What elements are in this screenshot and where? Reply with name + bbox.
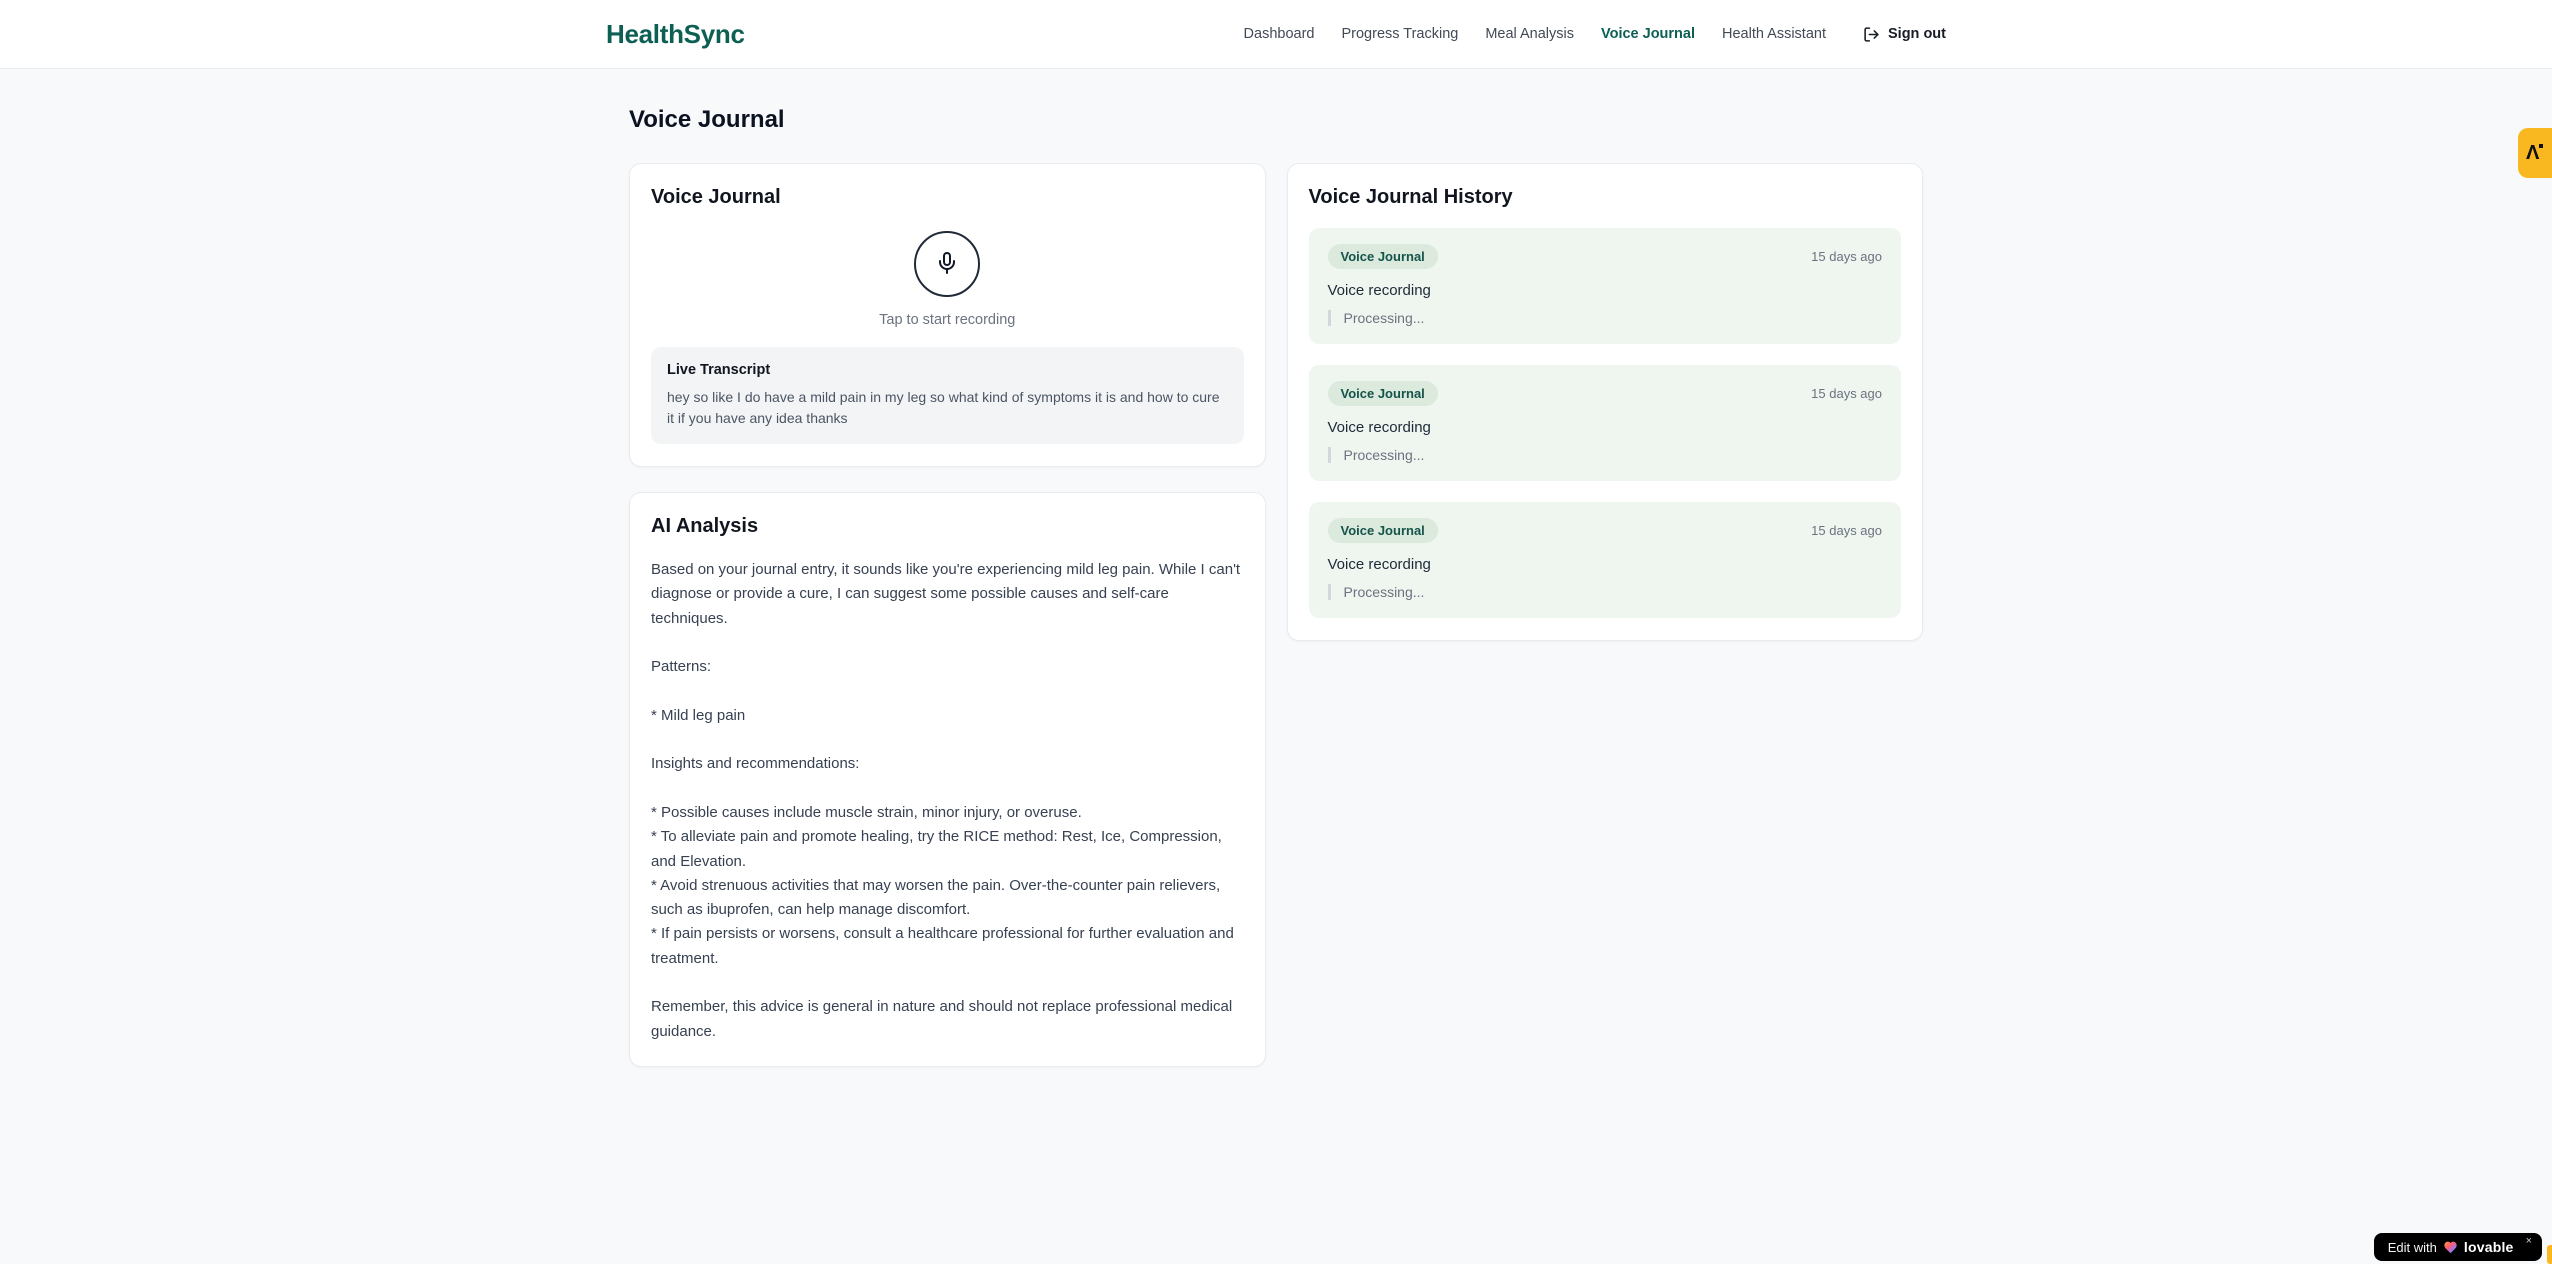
edit-with-label: Edit with: [2387, 1239, 2437, 1255]
recorder-card-title: Voice Journal: [651, 186, 781, 208]
sign-out-icon: [1863, 26, 1880, 43]
nav-item-voice-journal[interactable]: Voice Journal: [1601, 26, 1695, 42]
history-entry[interactable]: Voice Journal 15 days ago Voice recordin…: [1308, 365, 1901, 481]
badge-close-icon[interactable]: ×: [2526, 1236, 2532, 1247]
voice-journal-history-card: Voice Journal History Voice Journal 15 d…: [1286, 163, 1923, 641]
entry-type-badge: Voice Journal: [1327, 381, 1438, 406]
entry-title: Voice recording: [1327, 556, 1431, 573]
top-navigation-bar: HealthSync Dashboard Progress Tracking M…: [0, 0, 2552, 69]
app-logo[interactable]: HealthSync: [606, 19, 745, 50]
entry-type-badge: Voice Journal: [1327, 518, 1438, 543]
main-nav: Dashboard Progress Tracking Meal Analysi…: [1244, 26, 1946, 43]
nav-item-dashboard[interactable]: Dashboard: [1244, 26, 1315, 42]
voice-recorder-card: Voice Journal Tap to start recording Liv…: [629, 163, 1266, 467]
entry-title: Voice recording: [1327, 282, 1431, 299]
live-transcript-box: Live Transcript hey so like I do have a …: [651, 347, 1244, 444]
sign-out-button[interactable]: Sign out: [1863, 26, 1946, 43]
history-list: Voice Journal 15 days ago Voice recordin…: [1308, 228, 1901, 618]
corner-accent-sliver: [2547, 1245, 2552, 1264]
microphone-icon: [935, 251, 959, 278]
main-content: Voice Journal Voice Journal Tap to start…: [629, 69, 1923, 1067]
entry-status: Processing...: [1327, 447, 1883, 463]
ai-analysis-title: AI Analysis: [651, 515, 759, 537]
history-card-title: Voice Journal History: [1308, 186, 1513, 208]
tap-to-record-hint: Tap to start recording: [879, 312, 1016, 328]
lovable-edit-side-tag-button[interactable]: Λ: [2518, 128, 2552, 178]
history-entry[interactable]: Voice Journal 15 days ago Voice recordin…: [1308, 228, 1901, 344]
entry-title: Voice recording: [1327, 419, 1431, 436]
entry-timestamp: 15 days ago: [1811, 386, 1882, 401]
right-column: Voice Journal History Voice Journal 15 d…: [1286, 163, 1923, 641]
nav-item-meal-analysis[interactable]: Meal Analysis: [1485, 26, 1574, 42]
page-title: Voice Journal: [629, 106, 785, 133]
entry-status: Processing...: [1327, 584, 1883, 600]
ai-analysis-card: AI Analysis Based on your journal entry,…: [629, 492, 1266, 1067]
entry-timestamp: 15 days ago: [1811, 523, 1882, 538]
ai-analysis-body: Based on your journal entry, it sounds l…: [651, 561, 1241, 1040]
lovable-brand-label: lovable: [2463, 1239, 2514, 1255]
sign-out-label: Sign out: [1888, 26, 1946, 42]
left-column: Voice Journal Tap to start recording Liv…: [629, 163, 1266, 1067]
nav-item-progress-tracking[interactable]: Progress Tracking: [1341, 26, 1458, 42]
lovable-caret-icon: Λ: [2526, 142, 2544, 164]
record-button[interactable]: [914, 231, 981, 297]
history-entry[interactable]: Voice Journal 15 days ago Voice recordin…: [1308, 502, 1901, 618]
edit-with-lovable-badge[interactable]: Edit with lovable ×: [2373, 1233, 2542, 1261]
live-transcript-text: hey so like I do have a mild pain in my …: [667, 389, 1220, 426]
entry-type-badge: Voice Journal: [1327, 244, 1438, 269]
nav-item-health-assistant[interactable]: Health Assistant: [1722, 26, 1826, 42]
entry-status: Processing...: [1327, 310, 1883, 326]
gradient-heart-icon: [2443, 1240, 2458, 1254]
entry-timestamp: 15 days ago: [1811, 249, 1882, 264]
live-transcript-title: Live Transcript: [667, 362, 771, 378]
